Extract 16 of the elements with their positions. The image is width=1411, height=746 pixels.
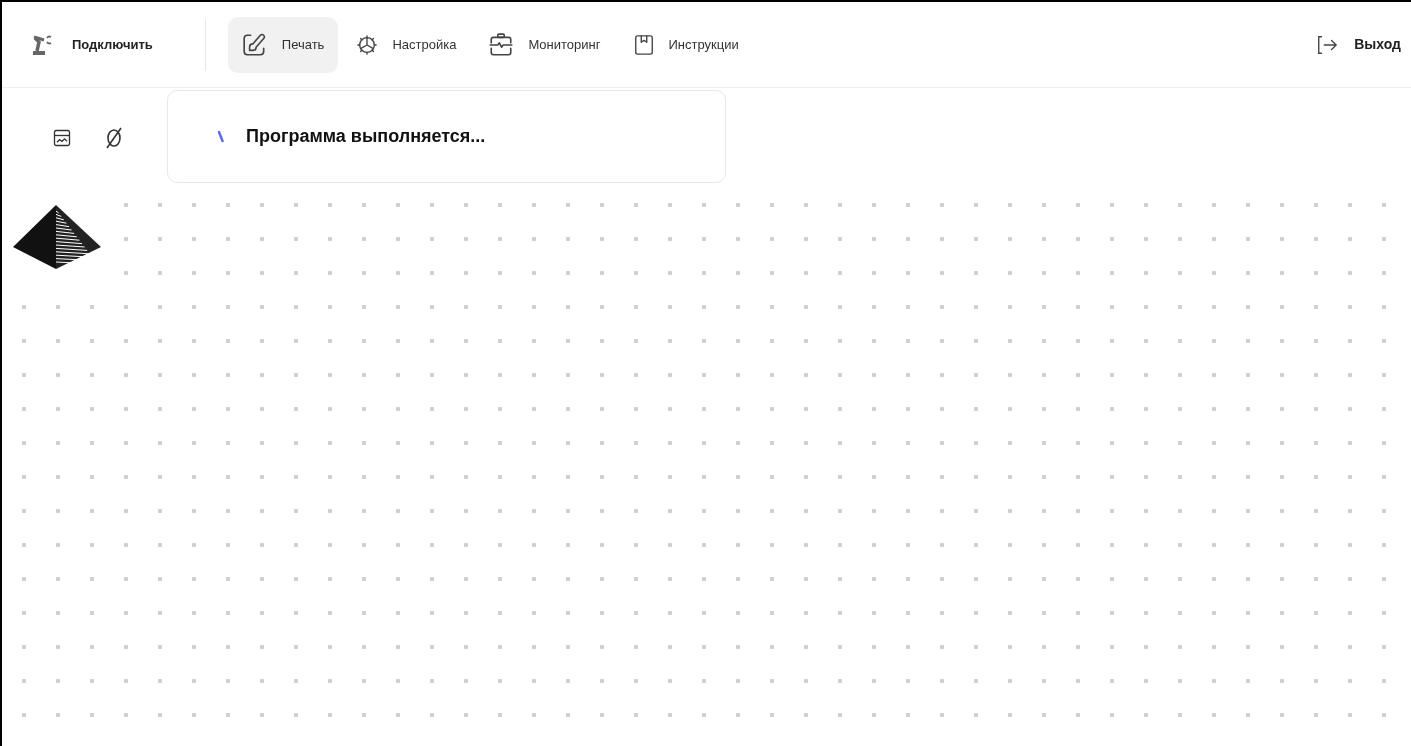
logout-icon [1316,33,1339,56]
gear-icon [356,33,379,56]
spinner-icon [218,130,224,143]
connect-button[interactable]: Подключить [30,33,153,56]
nav-tab[interactable]: Печать [227,16,339,73]
nav-tab[interactable]: Настройка [342,16,471,73]
image-icon[interactable] [52,128,72,148]
briefcase-icon [488,31,515,58]
robot-arm-icon [30,33,54,56]
diameter-icon[interactable] [104,127,124,149]
logout-button[interactable]: Выход [1316,33,1401,56]
nav-tab[interactable]: Инструкции [618,16,753,73]
brush-icon [241,31,268,58]
status-message: Программа выполняется... [246,125,486,148]
bookmark-icon [632,33,655,56]
nav-tab[interactable]: Мониторинг [474,16,615,73]
